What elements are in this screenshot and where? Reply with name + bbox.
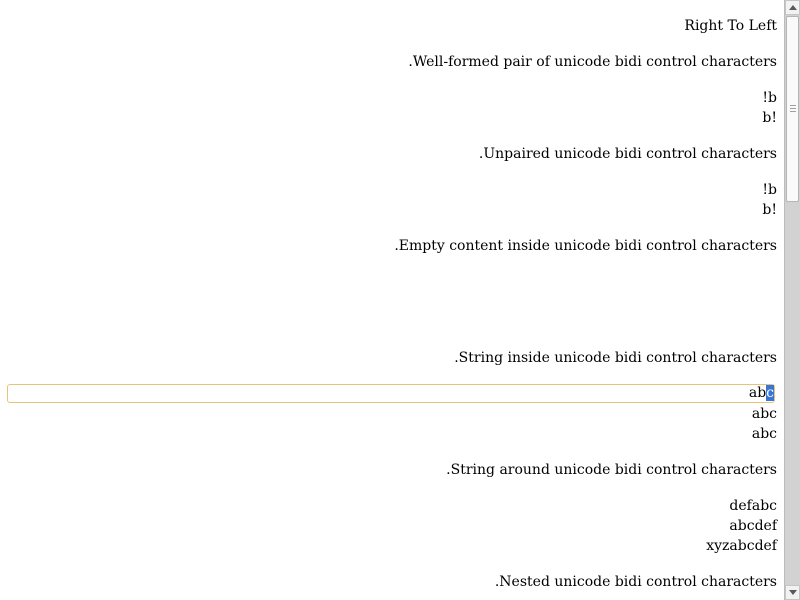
section-title-unpaired: .Unpaired unicode bidi control character…	[478, 146, 777, 162]
scroll-up-arrow-icon[interactable]	[785, 0, 800, 15]
well-formed-line-1: !b	[762, 90, 777, 106]
section-title-well-formed: .Well-formed pair of unicode bidi contro…	[408, 54, 777, 70]
section-title-empty: .Empty content inside unicode bidi contr…	[394, 238, 777, 254]
grip-line-icon	[790, 105, 796, 106]
grip-line-icon	[790, 108, 796, 109]
section-title-string-around: .String around unicode bidi control char…	[446, 462, 777, 478]
string-inside-line-3: abc	[751, 426, 777, 442]
well-formed-line-2: b!	[762, 110, 777, 126]
string-around-line-1: defabc	[729, 498, 777, 514]
scrollbar-thumb[interactable]	[786, 16, 799, 202]
section-title-nested: .Nested unicode bidi control characters	[494, 574, 777, 590]
scroll-down-arrow-icon[interactable]	[785, 585, 800, 600]
vertical-scrollbar[interactable]	[784, 0, 800, 600]
unpaired-line-1: !b	[762, 182, 777, 198]
unpaired-line-2: b!	[762, 202, 777, 218]
editable-text-field[interactable]: abc	[7, 384, 775, 403]
string-inside-line-2: abc	[751, 406, 777, 422]
editable-text-unselected[interactable]: ab	[749, 385, 766, 401]
string-around-line-3: xyzabcdef	[706, 538, 777, 554]
page-heading: Right To Left	[684, 18, 777, 34]
editable-text-content[interactable]: abc	[749, 385, 774, 402]
section-title-string-inside: .String inside unicode bidi control char…	[454, 350, 777, 366]
grip-line-icon	[790, 111, 796, 112]
string-around-line-2: abcdef	[729, 518, 777, 534]
document-content: Right To Left .Well-formed pair of unico…	[0, 0, 784, 600]
text-selection[interactable]: c	[766, 385, 774, 401]
